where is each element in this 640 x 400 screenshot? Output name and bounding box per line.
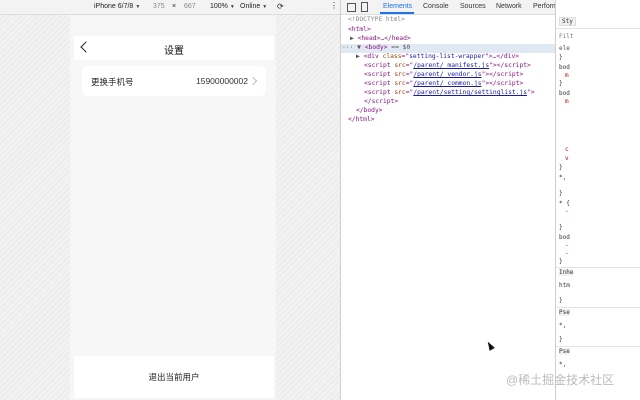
styles-element-rule: ele: [559, 45, 570, 52]
style-selector: htm: [559, 282, 570, 289]
dom-script-src[interactable]: /parent/_manifest.js: [413, 62, 489, 69]
page-title: 设置: [164, 46, 184, 57]
logout-label: 退出当前用户: [148, 372, 200, 382]
style-selector: *,: [559, 322, 567, 329]
dom-div-class: setting-list-wrapper: [409, 53, 485, 60]
dom-script-src[interactable]: /parent/_vendor.js: [413, 71, 481, 78]
phone-screen: 设置 更换手机号 15900000002 退出当前用户: [74, 36, 274, 398]
inspect-icon[interactable]: [347, 3, 356, 12]
style-prop: -: [565, 250, 569, 257]
tab-sources[interactable]: Sources: [460, 3, 486, 10]
phone-nav-bar: 设置: [74, 36, 274, 60]
styles-tab[interactable]: Sty: [559, 17, 576, 26]
style-selector: bod: [559, 90, 570, 97]
style-line: }: [559, 80, 563, 87]
style-prop: v: [565, 155, 569, 162]
height-input[interactable]: 667: [184, 3, 196, 10]
style-selector: *,: [559, 174, 567, 181]
style-prop: c: [565, 146, 569, 153]
dom-script-close: </script>: [364, 98, 399, 105]
dom-body-text: <body>: [364, 44, 388, 51]
chevron-right-icon: [248, 76, 258, 86]
style-line: }: [559, 336, 563, 343]
styles-panel: Sty Filt ele } bod m } bod m c v } *, } …: [556, 0, 640, 400]
throttle-select[interactable]: Online ▼: [240, 3, 267, 10]
style-prop: m: [565, 72, 569, 79]
inherited-header: Inhe: [559, 269, 574, 276]
dom-body-node[interactable]: ··· ▼ <body> == $0: [342, 44, 410, 51]
device-toggle-icon[interactable]: [361, 2, 368, 12]
pseudo-header: Pse: [559, 309, 570, 316]
style-line: }: [559, 164, 563, 171]
width-input[interactable]: 375: [153, 3, 165, 10]
viewport-hatch-left: [0, 15, 70, 400]
dom-head-text: <head>…</head>: [357, 35, 411, 42]
styles-filter[interactable]: Filt: [559, 33, 573, 40]
change-phone-row[interactable]: 更换手机号 15900000002: [82, 66, 266, 96]
style-line: }: [559, 258, 563, 265]
active-tab-indicator: [380, 12, 414, 14]
dom-html-close[interactable]: </html>: [348, 116, 375, 123]
pseudo-header: Pse: [559, 348, 570, 355]
device-toolbar: iPhone 6/7/8 ▼ 375 × 667 100% ▼ Online ▼ ⟳ …: [0, 0, 340, 15]
devtools-toolbar: Elements Console Sources Network Perform…: [341, 0, 573, 15]
dom-script-src[interactable]: /parent/_common.js: [413, 80, 481, 87]
styles-separator: [556, 307, 640, 308]
dom-script-node[interactable]: <script src="/parent/_vendor.js"></scrip…: [364, 71, 523, 78]
styles-separator: [556, 346, 640, 347]
dom-script-node[interactable]: <script src="/parent/setting/settinglist…: [364, 89, 535, 96]
style-selector: bod: [559, 64, 570, 71]
dom-html-open[interactable]: <html>: [348, 26, 371, 33]
style-prop: -: [565, 208, 569, 215]
style-line: }: [559, 297, 563, 304]
logout-button[interactable]: 退出当前用户: [74, 356, 274, 398]
dimension-times: ×: [172, 3, 177, 10]
dom-script-node[interactable]: <script src="/parent/_common.js"></scrip…: [364, 80, 523, 87]
style-prop: m: [565, 98, 569, 105]
style-selector: *,: [559, 361, 567, 368]
phone-number-value: 15900000002: [195, 76, 248, 86]
style-line: }: [559, 224, 563, 231]
rotate-icon[interactable]: ⟳: [277, 2, 284, 11]
styles-separator: [556, 267, 640, 268]
style-line: }: [559, 190, 563, 197]
dom-head-node[interactable]: ▶ <head>…</head>: [350, 35, 411, 42]
style-line: }: [559, 54, 563, 61]
change-phone-label: 更换手机号: [91, 77, 134, 87]
dom-div-node[interactable]: ▶ <div class="setting-list-wrapper">…</d…: [356, 53, 519, 60]
zoom-select[interactable]: 100% ▼: [210, 3, 235, 10]
tab-elements[interactable]: Elements: [383, 3, 412, 10]
styles-separator: [556, 28, 640, 29]
more-options-icon[interactable]: ⋮: [330, 1, 338, 10]
style-selector: bod: [559, 234, 570, 241]
viewport-hatch-right: [276, 15, 340, 400]
tab-network[interactable]: Network: [496, 3, 522, 10]
dom-selected-marker: == $0: [391, 44, 411, 51]
tab-console[interactable]: Console: [423, 3, 449, 10]
style-selector: * {: [559, 200, 570, 207]
dom-doctype[interactable]: <!DOCTYPE html>: [348, 16, 405, 23]
watermark: @稀土掘金技术社区: [506, 373, 615, 387]
device-select[interactable]: iPhone 6/7/8 ▼: [94, 3, 140, 10]
dom-body-close[interactable]: </body>: [356, 107, 383, 114]
style-prop: -: [565, 242, 569, 249]
dom-script-src[interactable]: /parent/setting/settinglist.js: [413, 89, 527, 96]
dom-script-node[interactable]: <script src="/parent/_manifest.js"></scr…: [364, 62, 531, 69]
